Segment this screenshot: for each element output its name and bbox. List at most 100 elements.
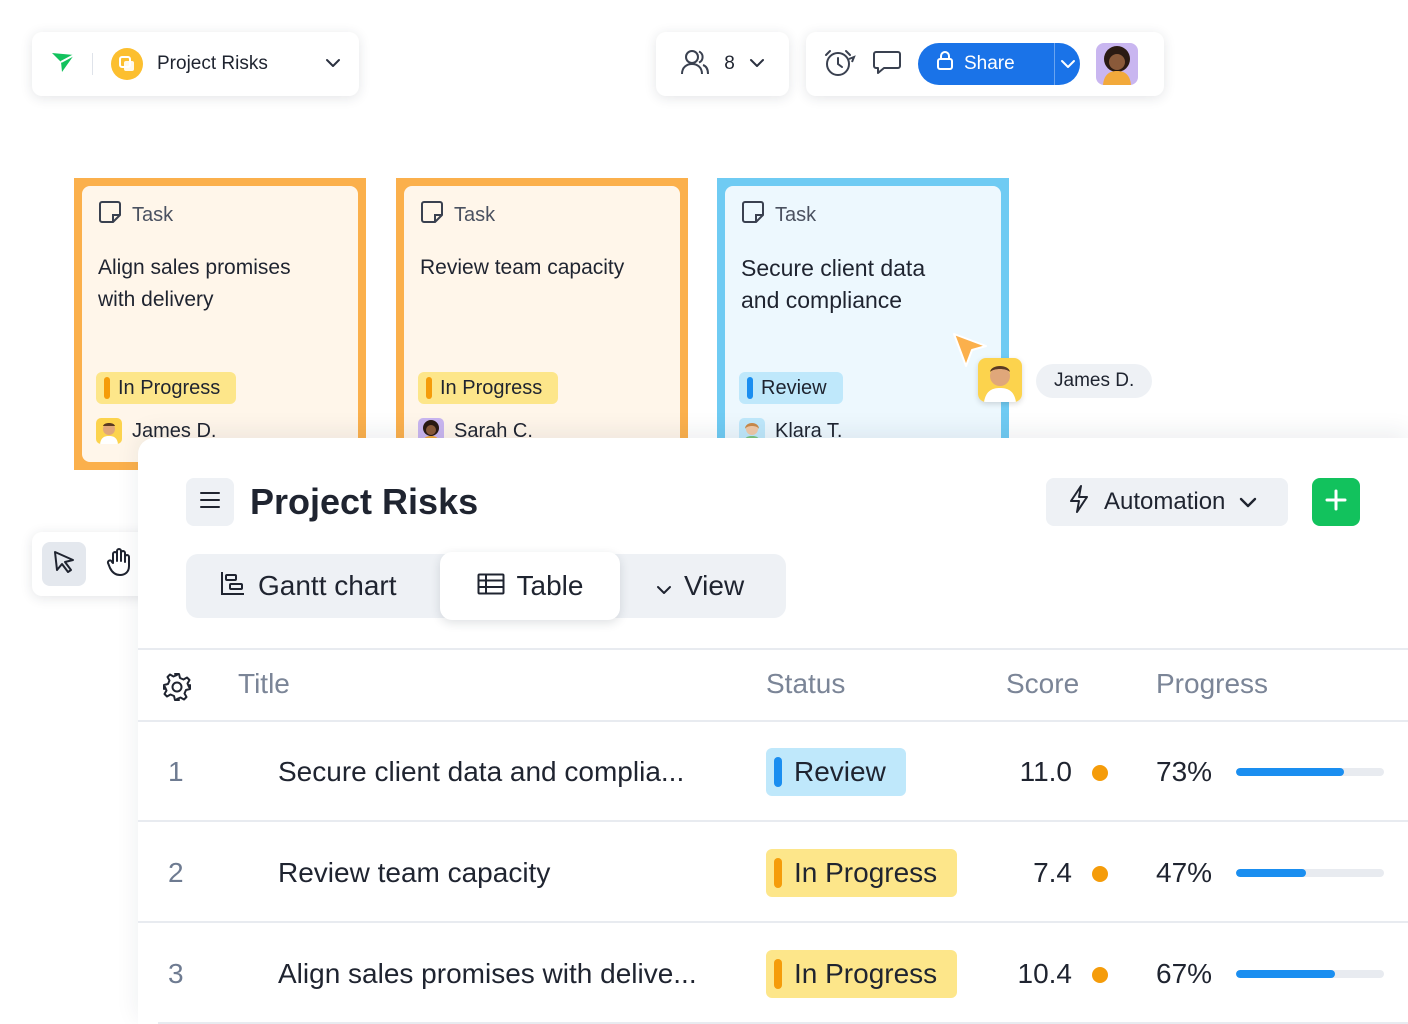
automation-label: Automation (1104, 488, 1226, 515)
status-bar (426, 377, 432, 399)
project-panel: Project Risks Automation Gantt chart Tab… (138, 438, 1408, 1024)
tab-gantt-chart[interactable]: Gantt chart (220, 554, 397, 618)
status-label: Review (761, 376, 827, 399)
progress-bar (1236, 869, 1384, 877)
status-label: In Progress (794, 857, 938, 888)
task-type: Task (132, 203, 174, 226)
task-title: Align sales promises with delivery (98, 252, 342, 316)
column-header-progress[interactable]: Progress (1156, 668, 1268, 700)
sticky-note-icon (741, 200, 765, 230)
menu-button[interactable] (186, 478, 234, 526)
lock-icon (936, 51, 954, 77)
task-card-body: Task Align sales promises with delivery … (82, 186, 358, 462)
progress-fill (1236, 869, 1306, 877)
task-title-line: with delivery (98, 288, 214, 311)
select-tool-button[interactable] (42, 542, 86, 586)
task-type: Task (775, 203, 817, 226)
status-badge: Review (739, 372, 843, 404)
comment-icon[interactable] (872, 48, 902, 81)
row-title: Secure client data and complia... (278, 756, 685, 787)
task-card[interactable]: Task Align sales promises with delivery … (74, 178, 366, 470)
status-bar (747, 377, 753, 399)
row-number: 1 (168, 756, 184, 787)
score: 7.4 (1033, 857, 1072, 888)
status-badge: In Progress (418, 372, 559, 404)
share-label: Share (964, 53, 1015, 74)
tab-view[interactable]: View (656, 554, 744, 618)
status-badge: In Progress (766, 849, 958, 897)
plus-icon (1325, 489, 1347, 516)
chevron-down-icon[interactable] (325, 55, 341, 73)
gear-icon[interactable] (162, 672, 192, 707)
view-tabs: Gantt chart Table View (186, 552, 786, 620)
task-title: Secure client data and compliance (741, 252, 985, 316)
toolbar: Share (806, 32, 1164, 96)
avatar (978, 358, 1022, 402)
task-card-body: Task Review team capacity In Progress Sa… (404, 186, 680, 462)
share-dropdown[interactable] (1055, 53, 1080, 75)
add-button[interactable] (1312, 478, 1360, 526)
score-dot (1092, 967, 1108, 983)
task-title-line: and compliance (741, 287, 903, 313)
sticky-note-icon (420, 200, 444, 230)
chevron-down-icon (1239, 488, 1257, 516)
tab-label: View (684, 570, 745, 601)
column-header-status[interactable]: Status (766, 668, 845, 700)
progress-percent: 73% (1156, 756, 1213, 787)
tab-label: Gantt chart (258, 570, 397, 601)
task-title-line: Secure client data (741, 255, 926, 281)
hand-icon (106, 547, 134, 582)
status-label: In Progress (794, 958, 938, 989)
task-title-line: Align sales promises (98, 256, 291, 279)
status-badge: In Progress (766, 950, 958, 998)
collaborators-button[interactable]: 8 (656, 32, 789, 96)
progress-percent: 47% (1156, 857, 1213, 888)
column-header-title[interactable]: Title (238, 668, 290, 700)
progress-percent: 67% (1156, 958, 1213, 989)
progress-bar (1236, 768, 1384, 776)
task-card[interactable]: Task Review team capacity In Progress Sa… (396, 178, 688, 470)
table-icon (477, 570, 505, 602)
status-label: In Progress (118, 376, 221, 399)
share-main[interactable]: Share (918, 43, 1055, 85)
users-icon (680, 48, 710, 81)
status-label: In Progress (440, 376, 543, 399)
divider (138, 648, 1408, 650)
divider (92, 53, 93, 75)
row-title: Align sales promises with delive... (278, 958, 697, 989)
pointer-icon (51, 549, 77, 580)
score-dot (1092, 866, 1108, 882)
hand-tool-button[interactable] (98, 542, 142, 586)
chevron-down-icon (656, 570, 672, 602)
sticky-note-icon (98, 200, 122, 230)
table-row[interactable]: 1 Secure client data and complia... Revi… (138, 722, 1408, 820)
share-button[interactable]: Share (918, 43, 1080, 85)
score-dot (1092, 765, 1108, 781)
score: 10.4 (1017, 958, 1073, 989)
row-number: 3 (168, 958, 184, 989)
timer-icon[interactable] (822, 47, 856, 82)
column-header-score[interactable]: Score (1006, 668, 1079, 700)
user-count: 8 (724, 53, 735, 74)
status-bar (774, 757, 782, 787)
tab-table[interactable]: Table (440, 552, 620, 620)
gantt-icon (220, 570, 246, 603)
table-row[interactable]: 2 Review team capacity In Progress 7.4 4… (138, 822, 1408, 921)
automation-button[interactable]: Automation (1046, 478, 1288, 526)
table-row[interactable]: 3 Align sales promises with delive... In… (138, 923, 1408, 1022)
status-badge: Review (766, 748, 906, 796)
progress-fill (1236, 970, 1336, 978)
status-bar (104, 377, 110, 399)
status-bar (774, 858, 782, 888)
row-number: 2 (168, 857, 184, 888)
chevron-down-icon (1060, 53, 1076, 75)
status-badge: In Progress (96, 372, 237, 404)
task-card[interactable]: Task Secure client data and compliance R… (717, 178, 1009, 470)
avatar[interactable] (1096, 43, 1138, 85)
row-title: Review team capacity (278, 857, 551, 888)
status-label: Review (794, 756, 886, 787)
project-selector[interactable]: Project Risks (32, 32, 359, 96)
chevron-down-icon (749, 55, 765, 73)
project-badge-icon (111, 48, 143, 80)
cursor-name-tag: James D. (1036, 364, 1153, 398)
